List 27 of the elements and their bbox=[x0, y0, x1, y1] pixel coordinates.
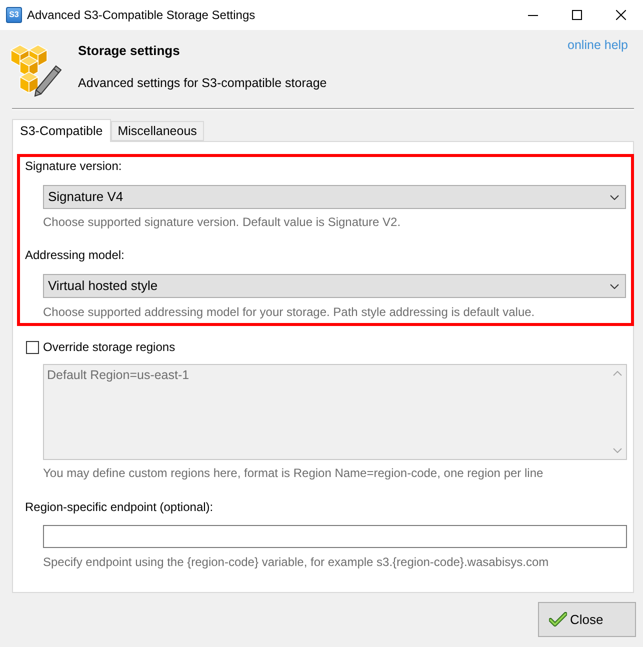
tab[interactable]: S3-Compatible bbox=[12, 119, 111, 142]
hint-text: You may define custom regions here, format is Region Name=region-code, one region per line bbox=[43, 465, 544, 481]
chevron-up-icon bbox=[613, 371, 622, 376]
header-title: Storage settings bbox=[78, 43, 180, 59]
close-dialog-button[interactable]: Close bbox=[538, 602, 636, 637]
window-title: Advanced S3-Compatible Storage Settings bbox=[27, 7, 256, 23]
tab[interactable]: Miscellaneous bbox=[110, 121, 204, 141]
chevron-down-icon bbox=[610, 284, 619, 288]
chevron-down-icon bbox=[610, 194, 619, 200]
dropdown[interactable]: Virtual hosted style bbox=[43, 274, 626, 298]
check-icon bbox=[549, 612, 567, 627]
close-icon bbox=[616, 10, 626, 20]
app-icon: S3 bbox=[6, 7, 22, 23]
hint-text: Choose supported addressing model for your storage. Path style addressing is default value. bbox=[43, 304, 535, 320]
field-label: Addressing model: bbox=[25, 247, 124, 263]
header-subtitle: Advanced settings for S3-compatible storage bbox=[78, 75, 327, 91]
minimize-icon bbox=[528, 14, 538, 16]
endpoint-field[interactable] bbox=[43, 525, 627, 548]
hint-text: Specify endpoint using the {region-code} variable, for example s3.{region-code}.wasabisys.com bbox=[43, 554, 549, 570]
dropdown[interactable]: Signature V4 bbox=[43, 185, 626, 209]
checkbox[interactable] bbox=[26, 340, 39, 354]
field-label: Signature version: bbox=[25, 158, 122, 174]
checkbox-label: Override storage regions bbox=[43, 339, 176, 355]
chevron-down-icon bbox=[613, 448, 622, 453]
hint-text: Choose supported signature version. Default value is Signature V2. bbox=[43, 214, 401, 230]
maximize-icon bbox=[572, 10, 582, 20]
field-label: Region-specific endpoint (optional): bbox=[25, 499, 214, 515]
